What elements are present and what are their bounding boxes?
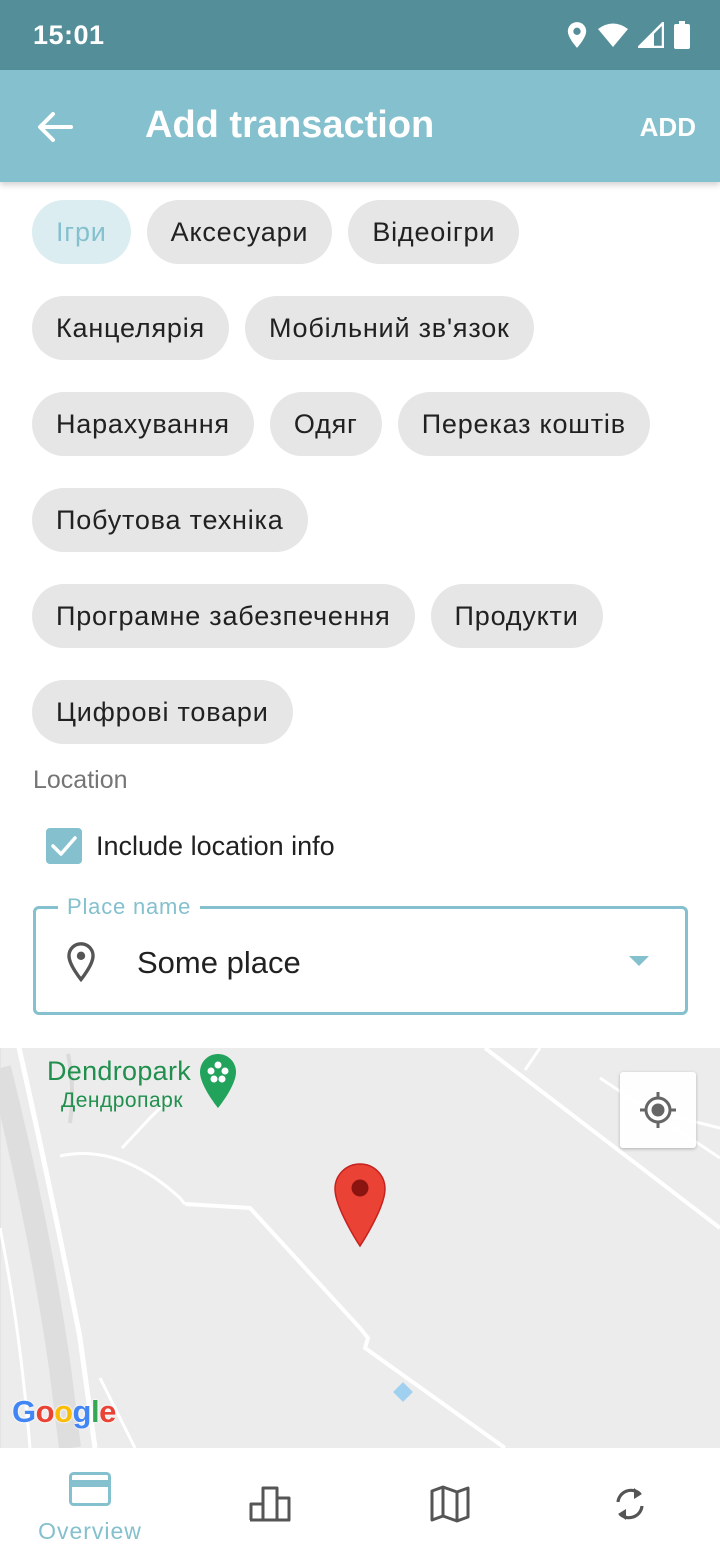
- category-chip[interactable]: Мобільний зв'язок: [244, 296, 534, 360]
- category-chip[interactable]: Програмне забезпечення: [32, 584, 415, 648]
- status-bar: 15:01: [0, 0, 720, 70]
- signal-icon: [638, 22, 664, 48]
- place-name-value: Some place: [137, 945, 301, 980]
- check-icon: [51, 836, 77, 856]
- credit-card-icon: [69, 1472, 111, 1506]
- location-section-label: Location: [33, 766, 128, 794]
- category-chip[interactable]: Продукти: [430, 584, 603, 648]
- category-chip[interactable]: Переказ коштів: [397, 392, 650, 456]
- poi-name-local: Дендропарк: [61, 1089, 184, 1112]
- page-title: Add transaction: [145, 104, 435, 146]
- category-chip[interactable]: Нарахування: [32, 392, 254, 456]
- arrow-back-icon: [38, 112, 73, 142]
- category-chip[interactable]: Відеоігри: [348, 200, 520, 264]
- category-chip-row: Побутова техніка: [32, 488, 308, 552]
- back-button[interactable]: [28, 100, 82, 154]
- dropdown-arrow-icon: [629, 956, 649, 966]
- location-status-icon: [567, 22, 587, 48]
- category-chip[interactable]: Канцелярія: [32, 296, 229, 360]
- include-location-label: Include location info: [96, 830, 335, 861]
- poi-name: Dendropark: [47, 1056, 192, 1086]
- place-name-label: Place name: [58, 893, 201, 921]
- category-chip-selected[interactable]: Ігри: [32, 200, 131, 264]
- nav-statistics[interactable]: [180, 1448, 360, 1560]
- park-marker-icon[interactable]: [198, 1052, 238, 1110]
- category-chip[interactable]: Побутова техніка: [32, 488, 308, 552]
- location-marker-icon[interactable]: [333, 1162, 387, 1248]
- map-view[interactable]: Dendropark Дендропарк Google: [0, 1048, 720, 1448]
- transaction-form: Ігри Аксесуари Відеоігри Канцелярія Мобі…: [0, 182, 720, 1048]
- nav-overview-label: Overview: [38, 1518, 142, 1544]
- nav-sync[interactable]: [540, 1448, 720, 1560]
- status-time: 15:01: [33, 20, 105, 50]
- category-chip-row: Цифрові товари: [32, 680, 293, 744]
- sync-icon: [616, 1488, 644, 1520]
- add-button[interactable]: ADD: [640, 112, 696, 143]
- google-logo: Google: [12, 1394, 116, 1429]
- wifi-icon: [598, 23, 628, 47]
- category-chip[interactable]: Одяг: [269, 392, 382, 456]
- place-pin-icon: [67, 942, 95, 983]
- category-chip[interactable]: Цифрові товари: [32, 680, 293, 744]
- category-chip-row: Канцелярія Мобільний зв'язок: [32, 296, 534, 360]
- crosshair-icon: [640, 1092, 676, 1128]
- my-location-button[interactable]: [620, 1072, 696, 1148]
- category-chip-row: Програмне забезпечення Продукти: [32, 584, 603, 648]
- nav-map[interactable]: [360, 1448, 540, 1560]
- category-chip-row: Ігри Аксесуари Відеоігри: [32, 200, 520, 264]
- include-location-checkbox-row[interactable]: Include location info: [46, 828, 335, 864]
- nav-overview[interactable]: Overview: [0, 1448, 180, 1560]
- category-chip[interactable]: Аксесуари: [146, 200, 333, 264]
- bar-chart-icon: [249, 1486, 291, 1522]
- category-chip-row: Нарахування Одяг Переказ коштів: [32, 392, 650, 456]
- bottom-navigation: Overview: [0, 1448, 720, 1560]
- battery-icon: [674, 21, 690, 49]
- include-location-checkbox[interactable]: [46, 828, 82, 864]
- app-bar: Add transaction ADD: [0, 70, 720, 182]
- place-name-dropdown[interactable]: Place name Some place: [33, 893, 688, 1015]
- map-icon: [430, 1485, 470, 1523]
- status-icons: [566, 18, 690, 52]
